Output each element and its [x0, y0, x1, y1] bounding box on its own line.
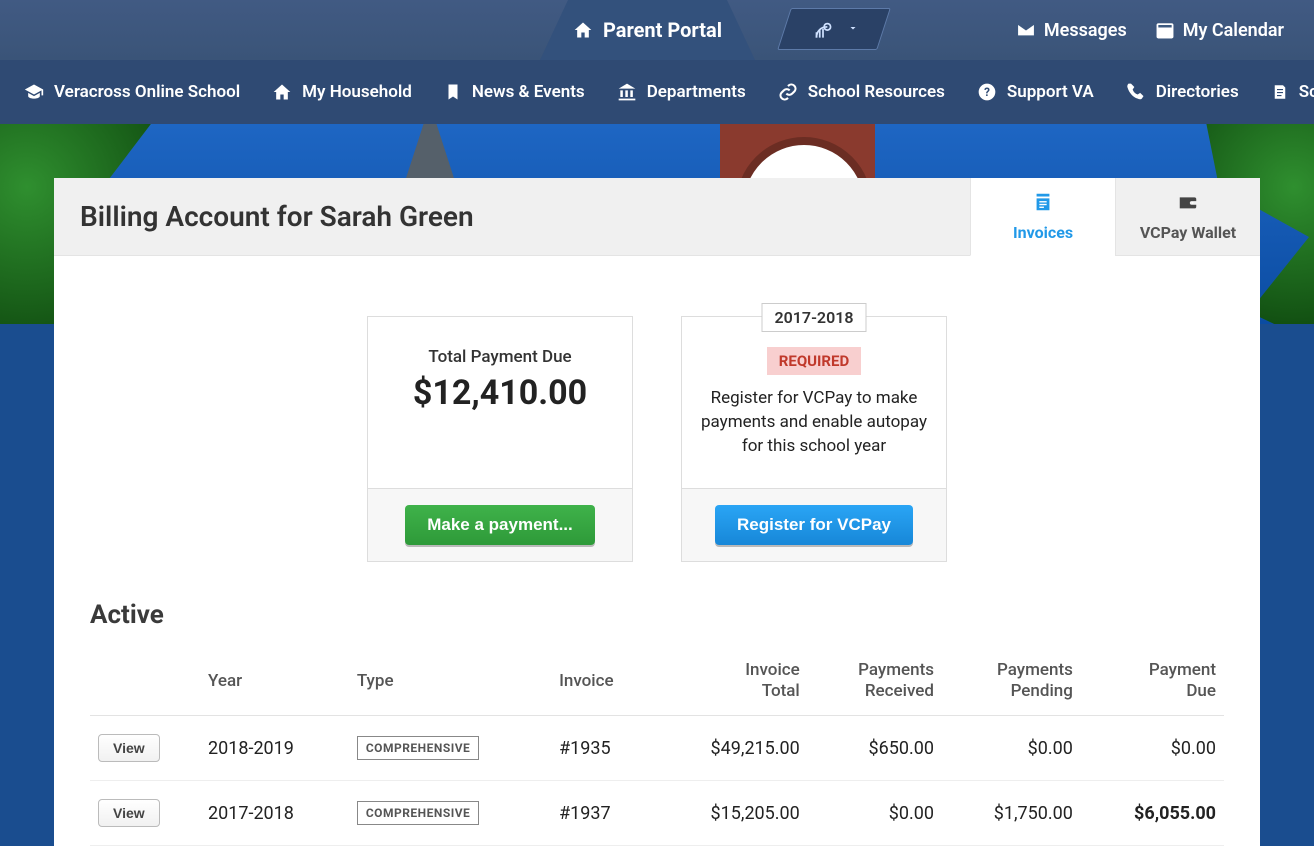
cell-pending: $1,750.00 [942, 781, 1081, 846]
help-icon: ? [977, 82, 997, 102]
col-due: PaymentDue [1081, 646, 1224, 715]
portal-label: Parent Portal [603, 18, 722, 42]
top-header: Parent Portal Messages [0, 0, 1314, 60]
home-icon [272, 82, 292, 102]
col-invoice: Invoice [551, 646, 654, 715]
col-year: Year [200, 646, 349, 715]
col-type: Type [349, 646, 551, 715]
make-payment-button[interactable]: Make a payment... [405, 505, 595, 545]
cell-type: COMPREHENSIVE [349, 716, 551, 781]
table-row: View 2017-2018 COMPREHENSIVE #1937 $15,2… [90, 781, 1224, 846]
document-icon [1271, 83, 1289, 101]
cell-total: $15,205.00 [654, 781, 808, 846]
wallet-icon [1177, 191, 1199, 217]
bookmark-icon [444, 83, 462, 101]
nav-online-school[interactable]: Veracross Online School [24, 82, 240, 102]
cell-due: $0.00 [1081, 716, 1224, 781]
cell-received: $0.00 [808, 781, 942, 846]
chevron-down-icon [847, 22, 859, 37]
page-title: Billing Account for Sarah Green [80, 200, 944, 233]
payment-due-label: Total Payment Due [386, 347, 614, 367]
cell-total: $49,215.00 [654, 716, 808, 781]
payment-due-card: Total Payment Due $12,410.00 Make a paym… [367, 316, 633, 562]
cell-due: $6,055.00 [1081, 781, 1224, 846]
nav-school-programs[interactable]: School Programs [1271, 82, 1314, 102]
messages-label: Messages [1044, 20, 1127, 41]
graduation-cap-icon [24, 82, 44, 102]
tab-wallet[interactable]: VCPay Wallet [1115, 178, 1260, 256]
mail-icon [1016, 20, 1036, 40]
nav-my-household[interactable]: My Household [272, 82, 412, 102]
register-year-tag: 2017-2018 [762, 303, 867, 332]
calendar-icon [1155, 20, 1175, 40]
invoices-table: Year Type Invoice InvoiceTotal PaymentsR… [90, 646, 1224, 846]
nav-support-va[interactable]: ? Support VA [977, 82, 1094, 102]
invoice-list-icon [1032, 191, 1054, 217]
register-vcpay-card: 2017-2018 REQUIRED Register for VCPay to… [681, 316, 947, 562]
cell-invoice: #1937 [551, 781, 654, 846]
portal-tab[interactable]: Parent Portal [540, 0, 755, 60]
main-panel: Billing Account for Sarah Green Invoices… [54, 178, 1260, 846]
cell-year: 2017-2018 [200, 781, 349, 846]
tab-invoices[interactable]: Invoices [970, 178, 1115, 256]
cell-invoice: #1935 [551, 716, 654, 781]
tab-invoices-label: Invoices [1013, 223, 1073, 242]
home-icon [573, 20, 593, 40]
school-logo-icon [809, 15, 837, 43]
nav-departments[interactable]: Departments [617, 82, 746, 102]
cell-type: COMPREHENSIVE [349, 781, 551, 846]
cell-year: 2018-2019 [200, 716, 349, 781]
page-title-bar: Billing Account for Sarah Green [54, 178, 970, 256]
payment-due-amount: $12,410.00 [386, 373, 614, 413]
nav-news-events[interactable]: News & Events [444, 82, 585, 102]
svg-text:?: ? [984, 85, 990, 99]
cell-pending: $0.00 [942, 716, 1081, 781]
required-badge: REQUIRED [767, 347, 861, 375]
active-section-title: Active [54, 592, 1260, 646]
main-nav: Veracross Online School My Household New… [0, 60, 1314, 124]
col-total: InvoiceTotal [654, 646, 808, 715]
table-row: View 2018-2019 COMPREHENSIVE #1935 $49,2… [90, 716, 1224, 781]
nav-school-resources[interactable]: School Resources [778, 82, 945, 102]
bank-icon [617, 82, 637, 102]
calendar-label: My Calendar [1183, 20, 1284, 41]
register-vcpay-button[interactable]: Register for VCPay [715, 505, 913, 545]
view-invoice-button[interactable]: View [98, 799, 160, 827]
link-icon [778, 82, 798, 102]
nav-directories[interactable]: Directories [1126, 82, 1239, 102]
tab-wallet-label: VCPay Wallet [1140, 223, 1236, 242]
messages-link[interactable]: Messages [1016, 20, 1127, 41]
view-invoice-button[interactable]: View [98, 734, 160, 762]
cell-received: $650.00 [808, 716, 942, 781]
register-text: Register for VCPay to make payments and … [700, 387, 928, 458]
col-received: PaymentsReceived [808, 646, 942, 715]
col-pending: PaymentsPending [942, 646, 1081, 715]
calendar-link[interactable]: My Calendar [1155, 20, 1284, 41]
school-switcher[interactable] [777, 8, 891, 50]
phone-icon [1126, 82, 1146, 102]
